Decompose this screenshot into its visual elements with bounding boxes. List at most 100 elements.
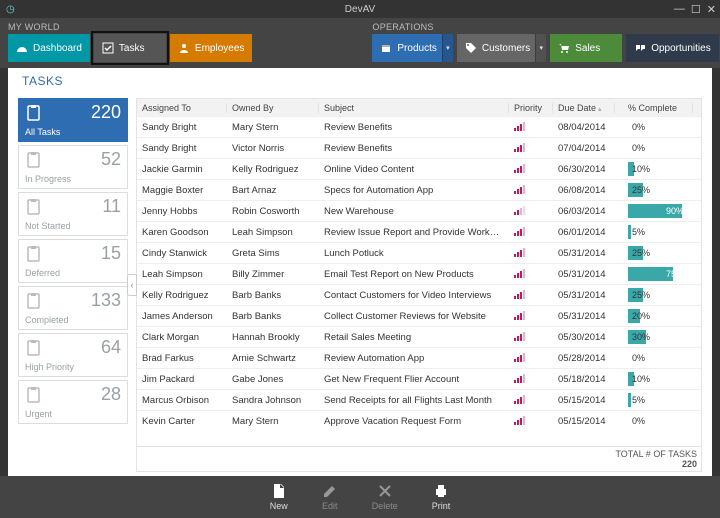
new-button[interactable]: New [270, 483, 288, 511]
cell-due: 06/08/2014 [553, 185, 615, 196]
clipboard-icon [25, 292, 43, 310]
filter-deferred[interactable]: 15Deferred [18, 239, 128, 283]
filter-completed[interactable]: 133Completed [18, 286, 128, 330]
ribbon-employees[interactable]: Employees [170, 34, 252, 62]
priority-bars-icon [514, 289, 525, 299]
ribbon-products[interactable]: Products [372, 34, 452, 62]
filter-urgent[interactable]: 28Urgent [18, 380, 128, 424]
ribbon-label-text: Tasks [119, 43, 145, 54]
cell-assigned: Jackie Garmin [137, 164, 227, 175]
cell-pct: 25% [623, 183, 693, 197]
cell-priority [509, 289, 553, 302]
priority-bars-icon [514, 268, 525, 278]
cell-priority [509, 184, 553, 197]
cell-subject: Review Issue Report and Provide Workarou… [319, 227, 509, 238]
cell-owned: Billy Zimmer [227, 269, 319, 280]
cell-subject: Collect Customer Reviews for Website [319, 311, 509, 322]
table-row[interactable]: Clark MorganHannah BrooklyRetail Sales M… [137, 326, 701, 347]
ribbon-group-label: OPERATIONS [372, 22, 718, 32]
priority-bars-icon [514, 331, 525, 341]
cell-assigned: Jenny Hobbs [137, 206, 227, 217]
quote-icon [634, 42, 646, 54]
ribbon-opportunities[interactable]: Opportunities [626, 34, 718, 62]
table-header: Assigned To Owned By Subject Priority Du… [136, 98, 702, 116]
filter-inprogress[interactable]: 52In Progress [18, 145, 128, 189]
minimize-button[interactable]: — [674, 3, 685, 16]
cell-assigned: Sandy Bright [137, 143, 227, 154]
ribbon-label-text: Products [397, 43, 436, 54]
cell-subject: Review Benefits [319, 122, 509, 133]
cell-priority [509, 373, 553, 386]
clipboard-icon [25, 104, 43, 122]
table-row[interactable]: Marcus OrbisonSandra JohnsonSend Receipt… [137, 389, 701, 410]
close-button[interactable]: ✕ [707, 3, 716, 16]
priority-bars-icon [514, 142, 525, 152]
table-row[interactable]: Kevin CarterMary SternApprove Vacation R… [137, 410, 701, 431]
table-row[interactable]: Leah SimpsonBilly ZimmerEmail Test Repor… [137, 263, 701, 284]
new-icon [271, 483, 287, 499]
filter-notstarted[interactable]: 11Not Started [18, 192, 128, 236]
ribbon-tasks[interactable]: Tasks [94, 34, 166, 62]
cell-owned: Arnie Schwartz [227, 353, 319, 364]
table-row[interactable]: Maggie BoxterBart ArnazSpecs for Automat… [137, 179, 701, 200]
dropdown-arrow-icon[interactable] [442, 34, 453, 62]
edit-button[interactable]: Edit [322, 483, 338, 511]
cell-assigned: Maggie Boxter [137, 185, 227, 196]
edit-icon [322, 483, 338, 499]
cell-due: 05/30/2014 [553, 332, 615, 343]
ribbon-label-text: Customers [482, 43, 530, 54]
table-row[interactable]: James AndersonBarb BanksCollect Customer… [137, 305, 701, 326]
dropdown-arrow-icon[interactable] [535, 34, 546, 62]
cell-subject: Get New Frequent Flier Account [319, 374, 509, 385]
sidebar-collapse-handle[interactable]: ‹ [127, 274, 137, 296]
table-row[interactable]: Karen GoodsonLeah SimpsonReview Issue Re… [137, 221, 701, 242]
table-row[interactable]: Sandy BrightMary SternReview Benefits08/… [137, 116, 701, 137]
delete-icon [377, 483, 393, 499]
cell-assigned: James Anderson [137, 311, 227, 322]
print-button[interactable]: Print [432, 483, 451, 511]
maximize-button[interactable]: ☐ [691, 3, 701, 16]
filter-count: 64 [101, 337, 121, 358]
delete-button[interactable]: Delete [372, 483, 398, 511]
table-row[interactable]: Kelly RodriguezBarb BanksContact Custome… [137, 284, 701, 305]
ribbon-sales[interactable]: Sales [550, 34, 622, 62]
priority-bars-icon [514, 226, 525, 236]
cell-assigned: Karen Goodson [137, 227, 227, 238]
filter-label: In Progress [25, 174, 71, 184]
table-row[interactable]: Cindy StanwickGreta SimsLunch Potluck05/… [137, 242, 701, 263]
table-row[interactable]: Brad FarkusArnie SchwartzReview Automati… [137, 347, 701, 368]
cell-assigned: Jim Packard [137, 374, 227, 385]
col-owned[interactable]: Owned By [227, 103, 319, 113]
priority-bars-icon [514, 415, 525, 425]
cell-priority [509, 163, 553, 176]
ribbon-dashboard[interactable]: Dashboard [8, 34, 90, 62]
filter-all[interactable]: 220All Tasks [18, 98, 128, 142]
col-pct-complete[interactable]: % Complete [623, 103, 693, 113]
col-assigned[interactable]: Assigned To [137, 103, 227, 113]
cell-priority [509, 352, 553, 365]
table-row[interactable]: Jenny HobbsRobin CosworthNew Warehouse06… [137, 200, 701, 221]
cell-owned: Leah Simpson [227, 227, 319, 238]
col-due-date[interactable]: Due Date [553, 103, 615, 113]
filter-highpriority[interactable]: 64High Priority [18, 333, 128, 377]
person-icon [178, 42, 190, 54]
cell-due: 05/31/2014 [553, 269, 615, 280]
cell-priority [509, 310, 553, 323]
ribbon-label-text: Dashboard [33, 43, 82, 54]
table-row[interactable]: Sandy BrightVictor NorrisReview Benefits… [137, 137, 701, 158]
col-subject[interactable]: Subject [319, 103, 509, 113]
ribbon-label-text: Sales [575, 43, 600, 54]
cell-subject: Review Automation App [319, 353, 509, 364]
col-priority[interactable]: Priority [509, 103, 553, 113]
cell-subject: New Warehouse [319, 206, 509, 217]
table-row[interactable]: Jackie GarminKelly RodriguezOnline Video… [137, 158, 701, 179]
table-row[interactable]: Jim PackardGabe JonesGet New Frequent Fl… [137, 368, 701, 389]
cell-assigned: Cindy Stanwick [137, 248, 227, 259]
cell-assigned: Leah Simpson [137, 269, 227, 280]
table-body: Sandy BrightMary SternReview Benefits08/… [136, 116, 702, 447]
cell-assigned: Brad Farkus [137, 353, 227, 364]
cell-pct: 0% [623, 141, 693, 155]
ribbon-customers[interactable]: Customers [457, 34, 546, 62]
check-icon [102, 42, 114, 54]
cell-owned: Hannah Brookly [227, 332, 319, 343]
